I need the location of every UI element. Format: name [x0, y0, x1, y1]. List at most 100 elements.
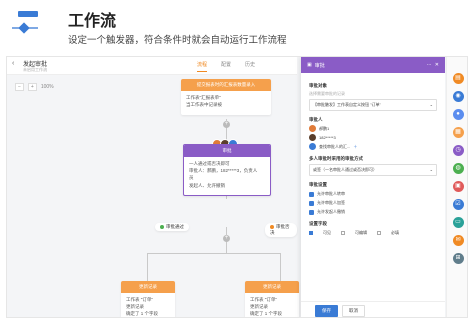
checkbox-checked-icon — [309, 200, 314, 206]
chat-icon[interactable]: ◍ — [452, 163, 464, 174]
tab-history[interactable]: 历史 — [245, 61, 255, 72]
mail-icon[interactable]: ✉ — [452, 235, 464, 246]
approval-object-select[interactable]: 【审批触发】工作表自定义按钮 "订单" ⌄ — [309, 99, 437, 111]
node-body: 工作表 "订单" 更新记录 确定了 1 个字段 — [121, 293, 175, 317]
tab-flow[interactable]: 流程 — [197, 61, 208, 72]
add-node-icon[interactable]: + — [223, 121, 230, 128]
checkbox-icon[interactable] — [341, 231, 345, 235]
chevron-down-icon: ⌄ — [429, 167, 433, 172]
back-icon[interactable]: ‹ — [12, 60, 14, 67]
node-line: 一人通过或否决即可 — [189, 161, 230, 166]
connector — [280, 253, 281, 283]
approval-icon: ▣ — [307, 62, 312, 68]
node-header: 更新记录 — [121, 281, 175, 293]
node-line: 员 — [189, 175, 194, 181]
avatar — [309, 125, 316, 132]
drawer-footer: 保存 取消 — [301, 301, 445, 317]
perm-label: 必填 — [391, 230, 399, 235]
branch-rejected[interactable]: 审批否决 — [265, 223, 297, 237]
approval-settings-drawer: ▣ 审批 ⋯ ✕ 审批对象 选择需要审批的记录 【审批触发】工作表自定义按钮 "… — [301, 57, 445, 317]
node-body: 一人通过或否决即可 审批人：郝鹏，182*****3，负责人 员 发起人、允许撤… — [184, 157, 270, 192]
grid-icon[interactable]: ⊞ — [452, 253, 464, 264]
approver-item[interactable]: 郝鹏1 — [309, 125, 437, 132]
task-icon[interactable]: ☑ — [452, 199, 464, 210]
section-label: 审批设置 — [309, 182, 327, 187]
field-permission-row: 可见 可编辑 必填 — [309, 230, 437, 236]
node-line: 发起人、允许撤销 — [189, 182, 225, 188]
cancel-button[interactable]: 取消 — [342, 304, 365, 317]
flow-canvas[interactable]: − + 100% + + 提交报表时的汇报表数量录入 工作表"汇报表单" 当工作… — [7, 75, 299, 317]
checkbox-checked-icon[interactable] — [309, 231, 313, 235]
field-hint: 选择需要审批的记录 — [309, 91, 345, 96]
approver-tag[interactable]: 查找审批人的汇... ＋ — [309, 143, 437, 150]
workflow-logo-icon — [12, 11, 38, 34]
add-approver-icon[interactable]: ＋ — [353, 144, 357, 150]
rejected-dot-icon — [270, 224, 274, 229]
zoom-in-button[interactable]: + — [27, 83, 37, 91]
setting-checkbox[interactable]: 允许审批人转审 — [309, 191, 437, 197]
folder-icon[interactable]: ▭ — [452, 217, 464, 228]
setting-checkbox[interactable]: 允许审批人加签 — [309, 200, 437, 206]
add-node-icon[interactable]: + — [223, 235, 230, 242]
approver-item[interactable]: 182*****3 — [309, 134, 437, 141]
calendar-icon[interactable]: ▣ — [452, 181, 464, 192]
page-subtitle: 设定一个触发器，符合条件时就会自动运行工作流程 — [68, 35, 287, 46]
clock-icon[interactable]: ◷ — [452, 145, 464, 156]
node-line: 确定了 1 个字段 — [250, 311, 283, 317]
node-line: 工作表"汇报表单" — [186, 95, 221, 100]
node-body: 工作表 "订单" 更新记录 确定了 1 个字段 — [245, 293, 299, 317]
branch-label: 审批通过 — [166, 224, 184, 229]
select-value: 或签（一名审批人通过或否决即可） — [313, 167, 377, 172]
checkbox-checked-icon — [309, 191, 314, 197]
approver-tag-label: 查找审批人的汇... — [319, 143, 351, 149]
update-node-right[interactable]: 更新记录 工作表 "订单" 更新记录 确定了 1 个字段 — [245, 281, 299, 317]
connector — [147, 253, 281, 254]
approval-mode-select[interactable]: 或签（一名审批人通过或否决即可） ⌄ — [309, 164, 437, 176]
node-header: 更新记录 — [245, 281, 299, 293]
node-body: 工作表"汇报表单" 当工作表中记录被 — [181, 91, 271, 111]
node-line: 审批人：郝鹏，182*****3，负责人 — [189, 168, 258, 174]
approver-name: 郝鹏1 — [319, 125, 330, 131]
drawer-header: ▣ 审批 ⋯ ✕ — [301, 57, 445, 73]
checkbox-label: 允许发起人撤销 — [317, 209, 345, 214]
trigger-node[interactable]: 提交报表时的汇报表数量录入 工作表"汇报表单" 当工作表中记录被 — [181, 79, 271, 115]
node-line: 更新记录 — [250, 304, 268, 310]
perm-label: 可编辑 — [355, 230, 367, 235]
workflow-status: 未启用工作流 — [23, 67, 47, 72]
zoom-out-button[interactable]: − — [15, 83, 24, 91]
approved-dot-icon — [160, 224, 164, 229]
connector — [147, 253, 148, 283]
more-icon[interactable]: ⋯ — [427, 62, 432, 68]
section-label: 多人审批时采用的审批方式 — [309, 156, 363, 161]
section-label: 审批人 — [309, 117, 323, 122]
save-button[interactable]: 保存 — [315, 304, 338, 317]
section-label: 设置字段 — [309, 221, 327, 226]
zoom-level: 100% — [40, 84, 54, 90]
editor-topbar: ‹ 发起审批 未启用工作流 流程 配置 历史 — [7, 57, 297, 75]
avatar — [309, 143, 316, 150]
user-icon[interactable]: ● — [452, 109, 464, 120]
workflow-editor: ‹ 发起审批 未启用工作流 流程 配置 历史 − + 100% + + 提交报表… — [6, 56, 468, 318]
tab-config[interactable]: 配置 — [221, 61, 231, 72]
drawer-title: 审批 — [314, 62, 325, 69]
avatar — [309, 134, 316, 141]
checkbox-icon[interactable] — [377, 231, 381, 235]
briefcase-icon[interactable]: ▤ — [452, 73, 464, 84]
close-icon[interactable]: ✕ — [435, 62, 439, 68]
chevron-down-icon: ⌄ — [429, 102, 433, 107]
select-value: 【审批触发】工作表自定义按钮 "订单" — [313, 102, 381, 107]
node-line: 确定了 1 个字段 — [126, 311, 159, 317]
node-line: 工作表 "订单" — [126, 297, 153, 302]
approval-node[interactable]: 审批 一人通过或否决即可 审批人：郝鹏，182*****3，负责人 员 发起人、… — [183, 144, 271, 196]
section-label: 审批对象 — [309, 83, 327, 88]
node-line: 工作表 "订单" — [250, 297, 277, 302]
doc-icon[interactable]: ▦ — [452, 127, 464, 138]
checkbox-checked-icon — [309, 209, 314, 215]
org-icon[interactable]: ◉ — [452, 91, 464, 102]
app-rail: ▤ ◉ ● ▦ ◷ ◍ ▣ ☑ ▭ ✉ ⊞ — [446, 57, 467, 317]
update-node-left[interactable]: 更新记录 工作表 "订单" 更新记录 确定了 1 个字段 — [121, 281, 175, 317]
branch-approved[interactable]: 审批通过 — [155, 223, 189, 231]
setting-checkbox[interactable]: 允许发起人撤销 — [309, 209, 437, 215]
page-title: 工作流 — [68, 13, 117, 30]
node-line: 当工作表中记录被 — [186, 102, 222, 108]
